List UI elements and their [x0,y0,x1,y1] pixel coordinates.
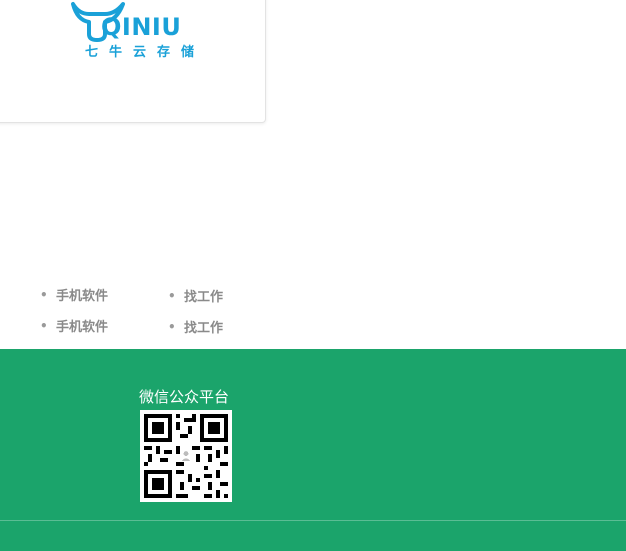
link-find-job[interactable]: 找工作 [184,317,223,336]
logo-card: QINIU 七牛云存储 [0,0,266,123]
footer-divider [0,520,626,521]
link-find-job[interactable]: 找工作 [184,286,223,305]
qr-code-icon [144,414,228,498]
bullet-icon: • [40,288,48,302]
qiniu-logo[interactable]: QINIU 七牛云存储 [71,0,201,60]
bullet-icon: • [40,319,48,333]
bullet-icon: • [168,320,176,334]
logo-tagline: 七牛云存储 [85,45,206,60]
link-mobile-software[interactable]: 手机软件 [56,316,108,335]
wechat-qr-code[interactable] [140,410,232,502]
bullet-icon: • [168,289,176,303]
wechat-title: 微信公众平台 [139,388,230,406]
footer: 微信公众平台 [0,349,626,551]
logo-wordmark: QINIU [101,13,182,41]
link-mobile-software[interactable]: 手机软件 [56,285,108,304]
